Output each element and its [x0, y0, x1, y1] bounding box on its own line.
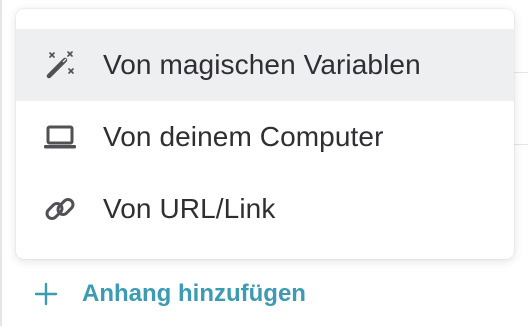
background-divider [514, 72, 528, 73]
menu-item-label: Von magischen Variablen [103, 49, 421, 80]
menu-item-magic-variables[interactable]: Von magischen Variablen [16, 29, 514, 101]
link-icon [42, 191, 78, 227]
laptop-icon [42, 119, 78, 155]
menu-item-label: Von URL/Link [103, 193, 276, 224]
attachment-source-menu: Von magischen Variablen Von deinem Compu… [16, 9, 514, 259]
background-divider [514, 144, 528, 145]
menu-item-label: Von deinem Computer [103, 121, 384, 152]
background-divider [0, 0, 2, 326]
add-attachment-button[interactable]: Anhang hinzufügen [34, 276, 306, 312]
magic-wand-icon [42, 47, 78, 83]
menu-item-from-computer[interactable]: Von deinem Computer [16, 101, 514, 173]
plus-icon [34, 282, 58, 306]
add-attachment-label: Anhang hinzufügen [82, 280, 306, 307]
page: Von magischen Variablen Von deinem Compu… [0, 0, 528, 326]
menu-item-from-url[interactable]: Von URL/Link [16, 173, 514, 245]
